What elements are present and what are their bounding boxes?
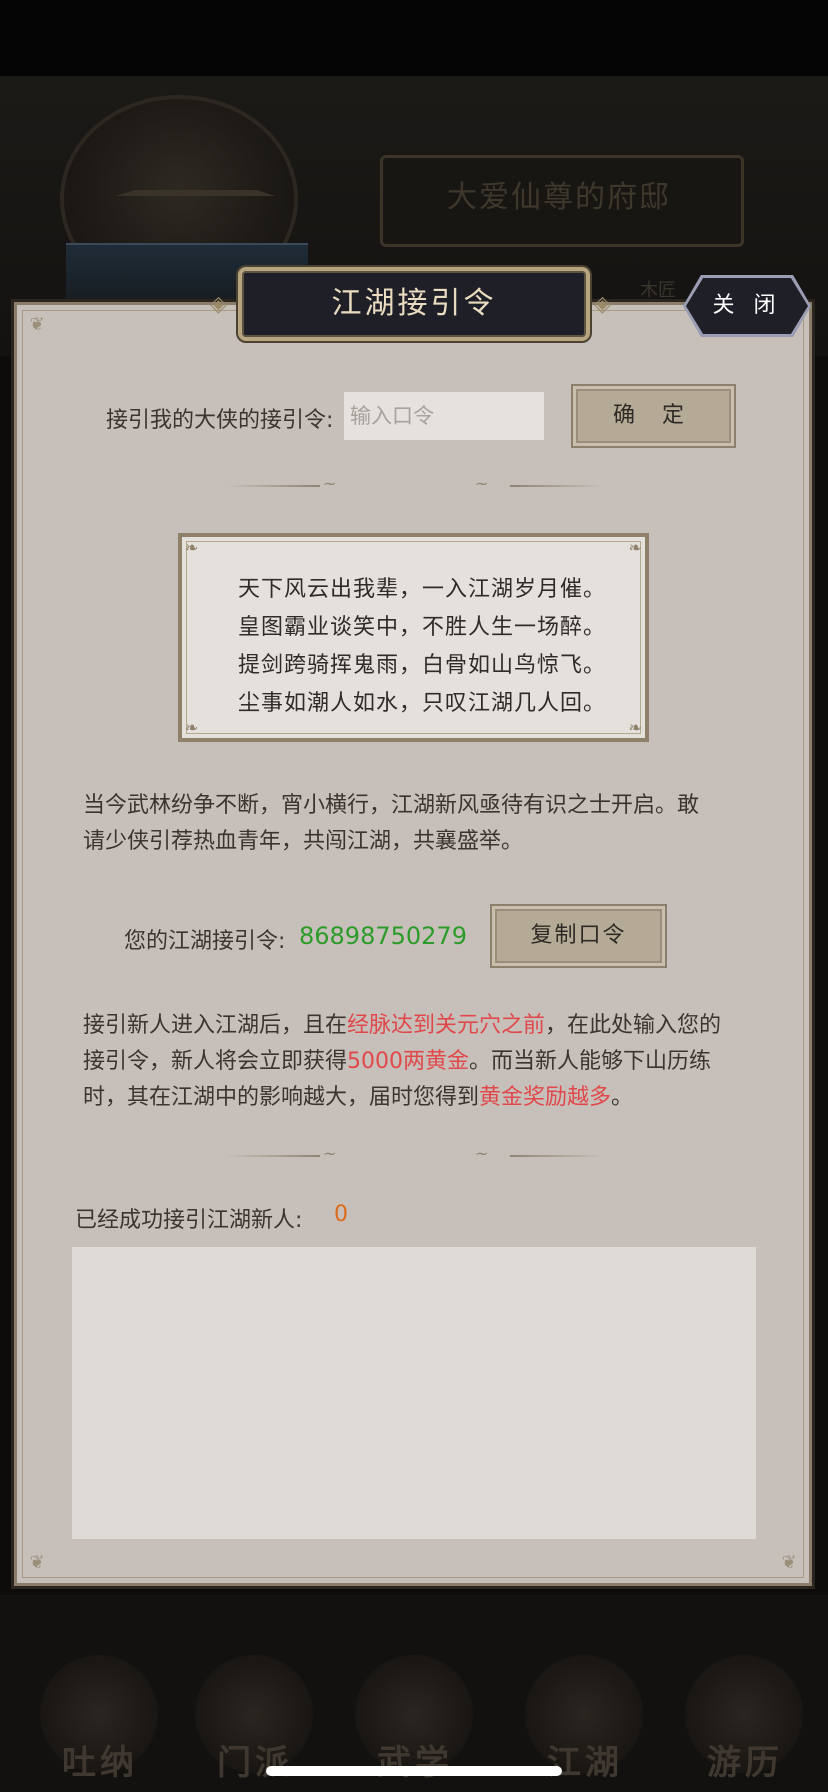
tab-label-martial: 武学 — [377, 1743, 453, 1783]
title-wing-ornament-icon: ◈ — [594, 292, 611, 317]
section-divider: ~ ~ — [225, 1144, 605, 1163]
corner-ornament-icon: ❦ — [781, 1552, 797, 1573]
poem-corner-icon: ❧ — [628, 538, 642, 557]
poem-line: 天下风云出我辈，一入江湖岁月催。 — [238, 577, 607, 602]
reward-highlight: 黄金奖励越多 — [479, 1085, 612, 1110]
status-bar-area — [0, 0, 828, 76]
poem-line: 皇图霸业谈笑中，不胜人生一场醉。 — [238, 615, 607, 640]
poem-box: ❧ ❧ ❧ ❧ 天下风云出我辈，一入江湖岁月催。 皇图霸业谈笑中，不胜人生一场醉… — [178, 533, 649, 742]
close-button-label[interactable]: 关 闭 — [686, 278, 808, 334]
poem-line: 提剑跨骑挥鬼雨，白骨如山鸟惊飞。 — [238, 653, 607, 678]
reward-line: 时，其在江湖中的影响越大，届时您得到黄金奖励越多。 — [83, 1085, 634, 1110]
reward-highlight: 5000两黄金 — [347, 1049, 470, 1074]
poem-corner-icon: ❧ — [185, 718, 199, 737]
intro-paragraph: 当今武林纷争不断，宵小横行，江湖新风亟待有识之士开启。敢 请少侠引荐热血青年，共… — [83, 788, 753, 860]
your-invite-code: 86898750279 — [299, 922, 467, 950]
modal-title: 江湖接引令 — [238, 267, 590, 341]
title-wing-ornament-icon: ◈ — [210, 292, 227, 317]
confirm-button[interactable]: 确 定 — [571, 384, 736, 448]
reward-highlight: 经脉达到关元穴之前 — [347, 1013, 546, 1038]
invitees-list[interactable] — [72, 1247, 756, 1539]
reward-paragraph: 接引新人进入江湖后，且在经脉达到关元穴之前，在此处输入您的 接引令，新人将会立即… — [83, 1008, 753, 1116]
divider-swirl-icon: ~ — [475, 474, 489, 493]
mansion-title: 大爱仙尊的府邸 — [447, 180, 671, 215]
home-indicator[interactable] — [266, 1766, 562, 1776]
invite-code-label: 接引我的大侠的接引令: — [106, 408, 334, 433]
background-side-label: 木匠 — [640, 280, 676, 301]
copy-code-button[interactable]: 复制口令 — [490, 904, 667, 968]
reward-line: 接引令，新人将会立即获得5000两黄金。而当新人能够下山历练 — [83, 1049, 712, 1074]
pavilion-roof-icon — [115, 130, 285, 196]
tab-label-sect: 门派 — [217, 1743, 293, 1783]
poem-line: 尘事如潮人如水，只叹江湖几人回。 — [238, 691, 607, 716]
divider-swirl-icon: ~ — [323, 1144, 337, 1163]
your-code-label: 您的江湖接引令: — [124, 929, 286, 954]
success-count-value: 0 — [334, 1202, 348, 1227]
corner-ornament-icon: ❦ — [29, 314, 45, 335]
reward-line: 接引新人进入江湖后，且在经脉达到关元穴之前，在此处输入您的 — [83, 1013, 722, 1038]
intro-line: 当今武林纷争不断，宵小横行，江湖新风亟待有识之士开启。敢 — [83, 793, 700, 818]
invite-code-input[interactable] — [344, 392, 544, 440]
poem-corner-icon: ❧ — [628, 718, 642, 737]
tab-label-travel: 游历 — [707, 1743, 783, 1783]
divider-swirl-icon: ~ — [323, 474, 337, 493]
success-count-label: 已经成功接引江湖新人: — [75, 1208, 303, 1233]
intro-line: 请少侠引荐热血青年，共闯江湖，共襄盛举。 — [83, 829, 524, 854]
divider-swirl-icon: ~ — [475, 1144, 489, 1163]
tab-label-breathe: 吐纳 — [62, 1743, 138, 1783]
poem-corner-icon: ❧ — [185, 538, 199, 557]
section-divider: ~ ~ — [225, 474, 605, 493]
tab-label-jianghu: 江湖 — [547, 1743, 623, 1783]
corner-ornament-icon: ❦ — [29, 1552, 45, 1573]
